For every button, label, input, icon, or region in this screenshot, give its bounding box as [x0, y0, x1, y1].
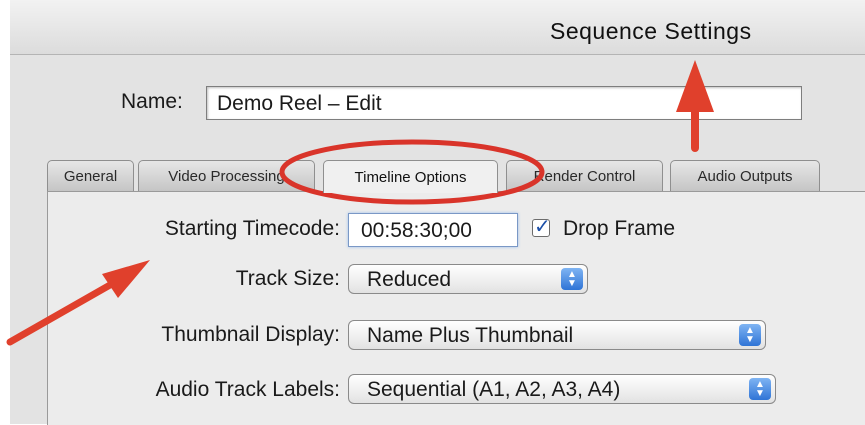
tab-video-processing[interactable]: Video Processing: [138, 160, 315, 191]
thumbnail-display-popup[interactable]: Name Plus Thumbnail ▲ ▼: [348, 320, 766, 350]
starting-timecode-value: 00:58:30;00: [361, 219, 472, 242]
thumbnail-display-label: Thumbnail Display:: [161, 323, 340, 346]
window-title: Sequence Settings: [550, 18, 752, 44]
popup-arrows-icon: ▲ ▼: [739, 324, 761, 346]
tab-bar: General Video Processing Timeline Option…: [10, 160, 865, 193]
audio-track-labels-popup[interactable]: Sequential (A1, A2, A3, A4) ▲ ▼: [348, 374, 776, 404]
title-bar: Sequence Settings: [10, 0, 865, 55]
starting-timecode-input[interactable]: 00:58:30;00: [348, 213, 518, 247]
starting-timecode-label: Starting Timecode:: [164, 217, 340, 240]
audio-track-labels-value: Sequential (A1, A2, A3, A4): [367, 378, 621, 401]
drop-frame-checkbox[interactable]: ✓: [532, 216, 551, 238]
tab-audio-outputs[interactable]: Audio Outputs: [670, 160, 820, 191]
popup-arrows-icon: ▲ ▼: [561, 268, 583, 290]
checkmark-icon: ✓: [534, 216, 551, 238]
popup-arrows-icon: ▲ ▼: [749, 378, 771, 400]
track-size-value: Reduced: [367, 268, 452, 291]
tab-general[interactable]: General: [47, 160, 134, 191]
sequence-settings-window: Sequence Settings Name: Demo Reel – Edit…: [10, 0, 865, 425]
drop-frame-label: Drop Frame: [563, 217, 676, 240]
track-size-popup[interactable]: Reduced ▲ ▼: [348, 264, 588, 294]
tab-render-control[interactable]: Render Control: [506, 160, 663, 191]
track-size-label: Track Size:: [235, 267, 340, 290]
name-label: Name:: [121, 90, 183, 113]
name-input[interactable]: Demo Reel – Edit: [206, 86, 802, 120]
audio-track-labels-label: Audio Track Labels:: [155, 378, 340, 401]
tab-timeline-options[interactable]: Timeline Options: [323, 160, 498, 193]
name-input-value: Demo Reel – Edit: [217, 92, 382, 115]
thumbnail-display-value: Name Plus Thumbnail: [367, 324, 574, 347]
